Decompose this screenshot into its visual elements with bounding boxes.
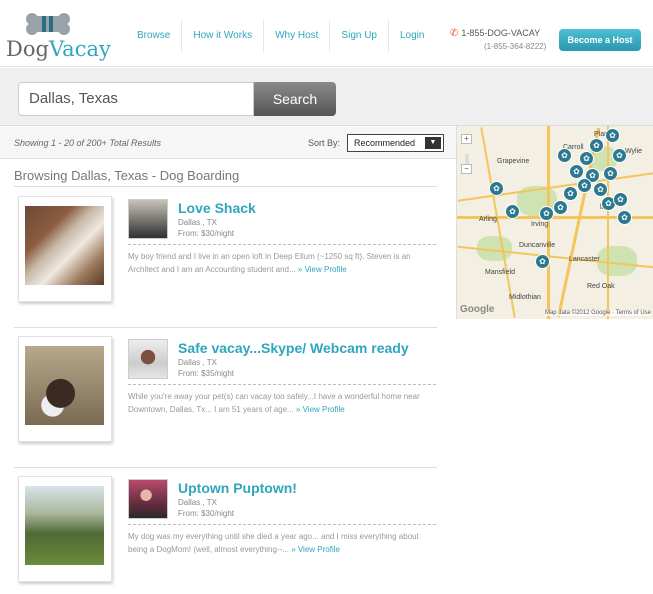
map-label: Mansfield — [485, 269, 515, 276]
listing-description: While you're away your pet(s) can vacay … — [128, 392, 420, 414]
nav-why-host[interactable]: Why Host — [264, 20, 331, 52]
site-header: DogVacay Browse How it Works Why Host Si… — [0, 0, 653, 67]
listing-photo — [25, 206, 104, 285]
map-label: Duncanville — [519, 242, 556, 249]
listing-photo — [25, 346, 104, 425]
view-profile-link[interactable]: » View Profile — [298, 265, 347, 274]
divider — [128, 384, 436, 385]
phone-icon: ✆ — [450, 28, 459, 39]
paw-pin-icon[interactable]: ✿ — [603, 166, 618, 181]
divider — [14, 467, 437, 468]
map-credit[interactable]: Map data ©2012 Google · Terms of Use — [544, 310, 651, 316]
google-logo: Google — [460, 304, 495, 315]
listing-location: Dallas , TX — [178, 498, 217, 507]
zoom-slider[interactable] — [465, 154, 469, 164]
map-label: Midlothian — [509, 294, 541, 301]
divider — [128, 244, 436, 245]
paw-pin-icon[interactable]: ✿ — [605, 128, 620, 143]
main-nav: Browse How it Works Why Host Sign Up Log… — [126, 20, 435, 52]
paw-pin-icon[interactable]: ✿ — [535, 254, 550, 269]
divider — [128, 524, 436, 525]
listing-title[interactable]: Love Shack — [178, 200, 256, 216]
listing-location: Dallas , TX — [178, 358, 217, 367]
phone-number-digits: (1-855-364-8222) — [484, 42, 547, 51]
host-avatar[interactable] — [128, 339, 168, 379]
view-profile-link[interactable]: » View Profile — [296, 405, 345, 414]
listing-description: My dog was my everything until she died … — [128, 532, 419, 554]
sort-select[interactable]: Recommended ▼ — [347, 134, 444, 152]
paw-pin-icon[interactable]: ✿ — [617, 210, 632, 225]
listing-photo-frame[interactable] — [18, 196, 112, 302]
listing-card: Love Shack Dallas , TX From: $30/night M… — [14, 190, 437, 328]
paw-pin-icon[interactable]: ✿ — [557, 148, 572, 163]
map-label: Lancaster — [569, 256, 600, 263]
listing-price: From: $35/night — [178, 369, 235, 378]
listing-photo — [25, 486, 104, 565]
nav-login[interactable]: Login — [389, 20, 435, 52]
results-map[interactable]: Grapevine Carroll Wylie Irving Arling Du… — [456, 126, 653, 319]
host-avatar[interactable] — [128, 199, 168, 239]
paw-pin-icon[interactable]: ✿ — [505, 204, 520, 219]
dogvacay-logo[interactable]: DogVacay — [6, 13, 111, 63]
map-label: Irving — [531, 221, 549, 228]
paw-pin-icon[interactable]: ✿ — [569, 164, 584, 179]
paw-pin-icon[interactable]: ✿ — [579, 151, 594, 166]
paw-pin-icon[interactable]: ✿ — [563, 186, 578, 201]
phone-number: ✆ 1-855-DOG-VACAY — [450, 28, 541, 39]
listing-title[interactable]: Safe vacay...Skype/ Webcam ready — [178, 340, 409, 356]
listing-price: From: $30/night — [178, 509, 235, 518]
paw-pin-icon[interactable]: ✿ — [539, 206, 554, 221]
paw-pin-icon[interactable]: ✿ — [577, 178, 592, 193]
bone-suitcase-icon — [26, 13, 70, 35]
map-label: Red Oak — [587, 283, 615, 290]
sort-label: Sort By: — [308, 138, 341, 148]
paw-pin-icon[interactable]: ✿ — [593, 182, 608, 197]
search-input[interactable]: Dallas, Texas — [18, 82, 254, 116]
search-button[interactable]: Search — [254, 82, 336, 116]
listing-price: From: $30/night — [178, 229, 235, 238]
listing-photo-frame[interactable] — [18, 476, 112, 582]
search-band: Dallas, Texas Search — [0, 68, 653, 126]
view-profile-link[interactable]: » View Profile — [291, 545, 340, 554]
nav-sign-up[interactable]: Sign Up — [330, 20, 389, 52]
zoom-out-button[interactable]: − — [461, 164, 472, 174]
logo-wordmark: DogVacay — [6, 37, 111, 61]
paw-pin-icon[interactable]: ✿ — [489, 181, 504, 196]
paw-pin-icon[interactable]: ✿ — [553, 200, 568, 215]
listing-location: Dallas , TX — [178, 218, 217, 227]
become-host-button[interactable]: Become a Host — [559, 29, 641, 51]
paw-pin-icon[interactable]: ✿ — [589, 138, 604, 153]
map-label: Grapevine — [497, 158, 530, 165]
paw-pin-icon[interactable]: ✿ — [613, 192, 628, 207]
zoom-in-button[interactable]: + — [461, 134, 472, 144]
listing-title[interactable]: Uptown Puptown! — [178, 480, 297, 496]
browsing-heading: Browsing Dallas, Texas - Dog Boarding — [14, 168, 240, 183]
nav-how-it-works[interactable]: How it Works — [182, 20, 265, 52]
listing-card: Safe vacay...Skype/ Webcam ready Dallas … — [14, 330, 437, 468]
listing-card: Uptown Puptown! Dallas , TX From: $30/ni… — [14, 470, 437, 594]
divider — [14, 186, 437, 187]
listing-description: My boy friend and I live in an open loft… — [128, 252, 411, 274]
results-count: Showing 1 - 20 of 200+ Total Results — [14, 138, 162, 148]
chevron-down-icon: ▼ — [425, 137, 441, 149]
results-bar: Showing 1 - 20 of 200+ Total Results Sor… — [0, 127, 456, 159]
nav-browse[interactable]: Browse — [126, 20, 183, 52]
host-avatar[interactable] — [128, 479, 168, 519]
listing-photo-frame[interactable] — [18, 336, 112, 442]
divider — [14, 327, 437, 328]
map-label: Arling — [479, 216, 497, 223]
paw-pin-icon[interactable]: ✿ — [612, 148, 627, 163]
map-label: Wylie — [625, 148, 643, 155]
